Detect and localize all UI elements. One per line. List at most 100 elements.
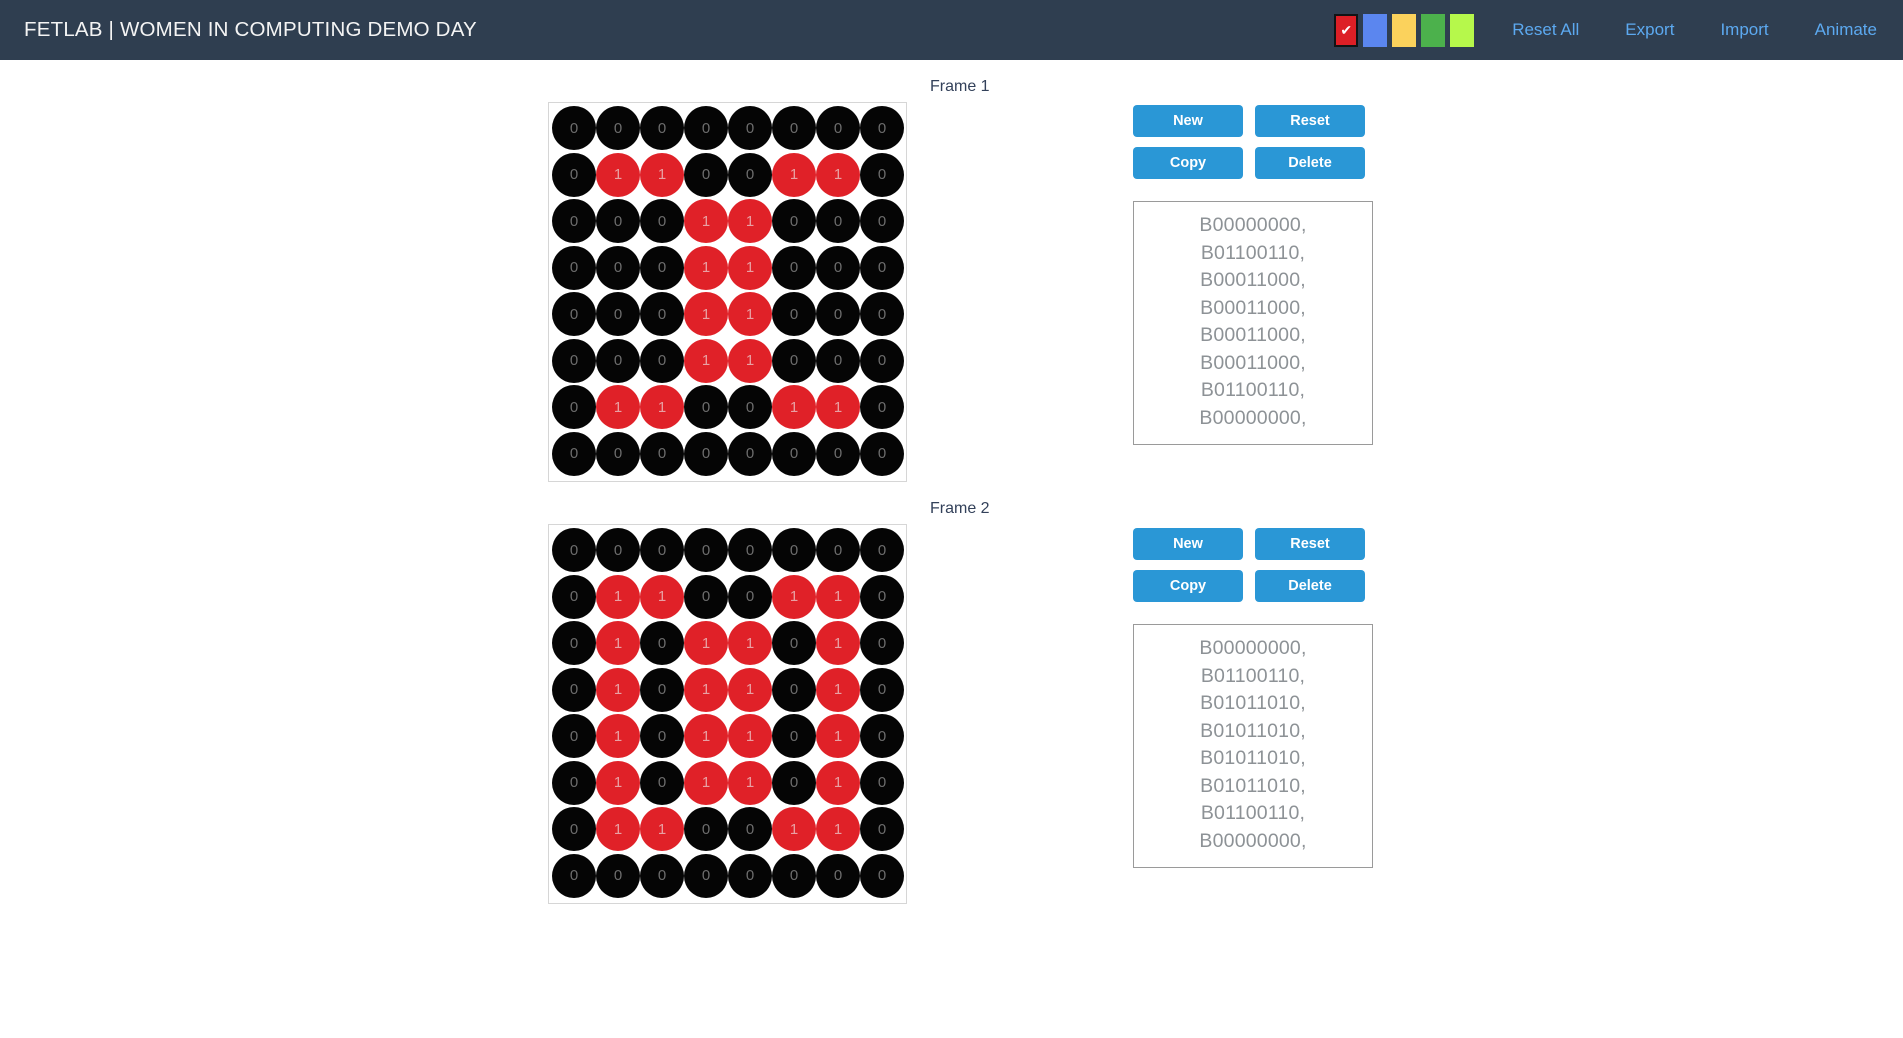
- led-cell[interactable]: 0: [640, 338, 684, 383]
- led-cell[interactable]: 1: [772, 152, 816, 197]
- led-cell[interactable]: 0: [640, 199, 684, 243]
- led-cell[interactable]: 0: [860, 385, 904, 429]
- led-cell[interactable]: 0: [816, 528, 860, 572]
- led-cell[interactable]: 0: [816, 292, 860, 336]
- led-cell[interactable]: 1: [596, 621, 640, 665]
- led-cell[interactable]: 0: [860, 199, 904, 243]
- led-cell[interactable]: 0: [640, 245, 684, 290]
- led-cell[interactable]: 0: [640, 714, 684, 758]
- color-swatch-lightgreen[interactable]: [1450, 13, 1475, 47]
- led-cell[interactable]: 0: [552, 385, 596, 429]
- led-cell[interactable]: 1: [772, 385, 816, 429]
- led-cell[interactable]: 1: [596, 574, 640, 619]
- led-cell[interactable]: 0: [772, 667, 816, 712]
- led-cell[interactable]: 1: [728, 199, 772, 243]
- led-cell[interactable]: 1: [728, 338, 772, 383]
- led-cell[interactable]: 0: [684, 853, 728, 898]
- led-cell[interactable]: 0: [684, 431, 728, 476]
- led-cell[interactable]: 0: [640, 760, 684, 805]
- led-cell[interactable]: 0: [596, 431, 640, 476]
- nav-link-import[interactable]: Import: [1720, 20, 1768, 40]
- led-cell[interactable]: 1: [816, 621, 860, 665]
- led-cell[interactable]: 0: [728, 807, 772, 851]
- led-cell[interactable]: 0: [860, 853, 904, 898]
- led-cell[interactable]: 0: [596, 245, 640, 290]
- led-cell[interactable]: 0: [772, 528, 816, 572]
- copy-button[interactable]: Copy: [1133, 147, 1243, 179]
- led-cell[interactable]: 0: [772, 338, 816, 383]
- led-cell[interactable]: 1: [816, 152, 860, 197]
- led-cell[interactable]: 1: [816, 807, 860, 851]
- led-cell[interactable]: 0: [860, 667, 904, 712]
- led-cell[interactable]: 0: [596, 199, 640, 243]
- led-cell[interactable]: 1: [684, 338, 728, 383]
- led-cell[interactable]: 0: [860, 528, 904, 572]
- led-cell[interactable]: 0: [816, 338, 860, 383]
- led-cell[interactable]: 0: [552, 245, 596, 290]
- led-cell[interactable]: 0: [552, 292, 596, 336]
- led-cell[interactable]: 1: [640, 574, 684, 619]
- led-cell[interactable]: 1: [596, 760, 640, 805]
- led-cell[interactable]: 1: [684, 245, 728, 290]
- led-cell[interactable]: 1: [728, 760, 772, 805]
- led-cell[interactable]: 0: [728, 106, 772, 150]
- led-cell[interactable]: 1: [816, 760, 860, 805]
- led-cell[interactable]: 0: [640, 528, 684, 572]
- led-cell[interactable]: 0: [772, 199, 816, 243]
- led-cell[interactable]: 0: [596, 106, 640, 150]
- led-cell[interactable]: 1: [684, 199, 728, 243]
- led-cell[interactable]: 1: [728, 667, 772, 712]
- led-cell[interactable]: 0: [596, 338, 640, 383]
- led-cell[interactable]: 0: [684, 807, 728, 851]
- led-cell[interactable]: 0: [552, 199, 596, 243]
- led-cell[interactable]: 1: [684, 667, 728, 712]
- new-button[interactable]: New: [1133, 528, 1243, 560]
- led-cell[interactable]: 0: [640, 853, 684, 898]
- led-cell[interactable]: 0: [596, 292, 640, 336]
- led-cell[interactable]: 0: [772, 106, 816, 150]
- led-cell[interactable]: 0: [728, 574, 772, 619]
- led-cell[interactable]: 0: [772, 431, 816, 476]
- led-cell[interactable]: 1: [684, 714, 728, 758]
- led-cell[interactable]: 0: [816, 106, 860, 150]
- color-swatch-green[interactable]: [1421, 13, 1446, 47]
- led-cell[interactable]: 1: [816, 667, 860, 712]
- led-cell[interactable]: 1: [596, 714, 640, 758]
- nav-link-animate[interactable]: Animate: [1815, 20, 1877, 40]
- led-cell[interactable]: 1: [728, 245, 772, 290]
- led-cell[interactable]: 0: [816, 853, 860, 898]
- led-cell[interactable]: 1: [728, 714, 772, 758]
- led-cell[interactable]: 0: [640, 106, 684, 150]
- led-cell[interactable]: 0: [728, 853, 772, 898]
- led-cell[interactable]: 0: [816, 199, 860, 243]
- led-cell[interactable]: 1: [728, 292, 772, 336]
- led-cell[interactable]: 0: [860, 245, 904, 290]
- led-cell[interactable]: 0: [860, 807, 904, 851]
- led-cell[interactable]: 0: [860, 106, 904, 150]
- delete-button[interactable]: Delete: [1255, 570, 1365, 602]
- led-cell[interactable]: 0: [816, 431, 860, 476]
- led-cell[interactable]: 0: [860, 431, 904, 476]
- new-button[interactable]: New: [1133, 105, 1243, 137]
- led-cell[interactable]: 0: [860, 292, 904, 336]
- led-cell[interactable]: 0: [552, 760, 596, 805]
- led-cell[interactable]: 0: [684, 574, 728, 619]
- led-cell[interactable]: 0: [552, 338, 596, 383]
- led-cell[interactable]: 1: [816, 574, 860, 619]
- led-cell[interactable]: 0: [552, 853, 596, 898]
- led-cell[interactable]: 0: [552, 574, 596, 619]
- led-cell[interactable]: 0: [684, 528, 728, 572]
- led-cell[interactable]: 0: [772, 245, 816, 290]
- nav-link-reset-all[interactable]: Reset All: [1512, 20, 1579, 40]
- led-cell[interactable]: 0: [728, 528, 772, 572]
- led-cell[interactable]: 0: [640, 431, 684, 476]
- led-cell[interactable]: 0: [552, 714, 596, 758]
- led-cell[interactable]: 0: [552, 621, 596, 665]
- color-swatch-red[interactable]: ✔: [1334, 13, 1359, 47]
- copy-button[interactable]: Copy: [1133, 570, 1243, 602]
- led-cell[interactable]: 1: [772, 807, 816, 851]
- led-cell[interactable]: 1: [684, 760, 728, 805]
- led-cell[interactable]: 0: [596, 853, 640, 898]
- led-cell[interactable]: 0: [728, 152, 772, 197]
- frame-code-output[interactable]: B00000000, B01100110, B00011000, B00011000,…: [1133, 201, 1373, 445]
